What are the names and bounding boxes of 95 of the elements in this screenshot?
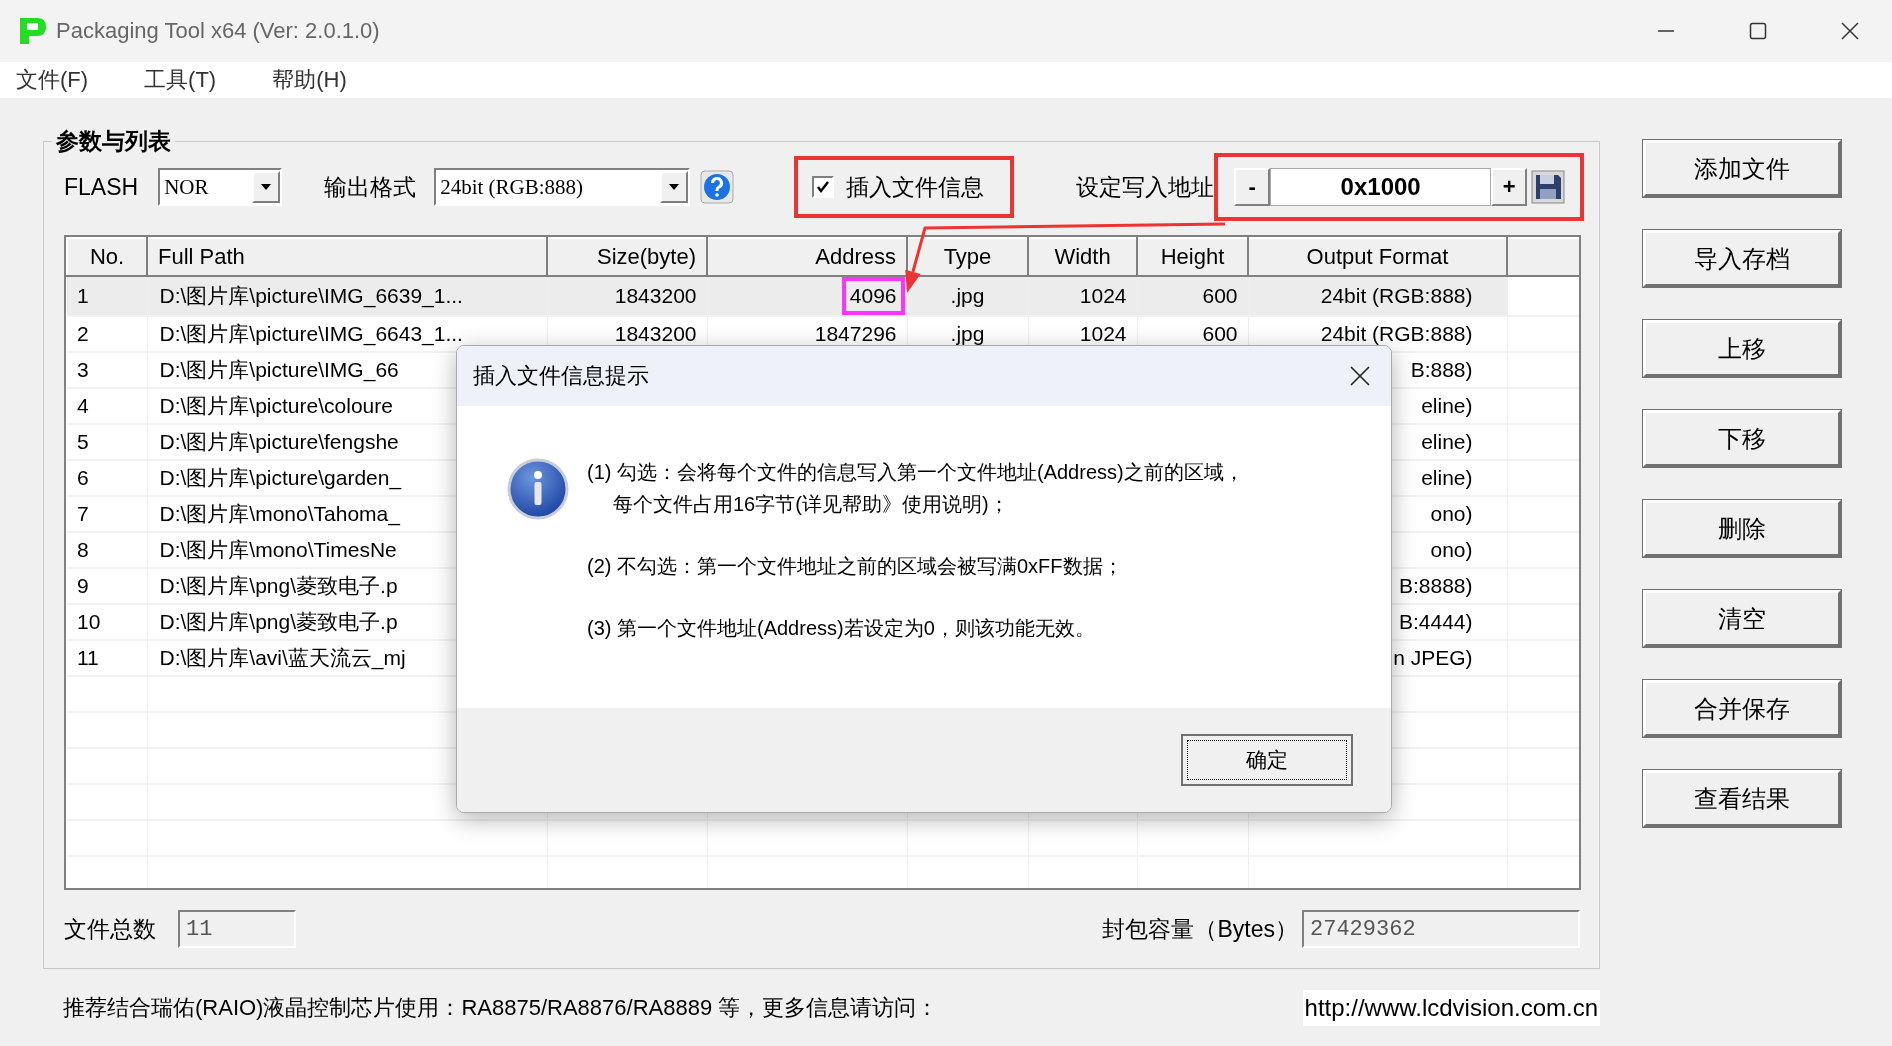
package-size-field: 27429362	[1302, 910, 1580, 948]
table-cell: D:\图片库\avi\蓝天流云_mj	[159, 646, 406, 669]
action-button[interactable]: 合并保存	[1643, 680, 1841, 737]
table-cell: ono)	[1430, 502, 1473, 525]
table-cell: 1843200	[614, 284, 697, 307]
table-cell: 5	[77, 430, 89, 453]
table-cell: D:\图片库\picture\fengshe	[159, 430, 399, 453]
dialog-message: 每个文件占用16字节(详见帮助》使用说明)；	[612, 492, 1010, 517]
action-button[interactable]: 查看结果	[1643, 770, 1841, 827]
menu-item[interactable]: 文件(F)	[16, 65, 89, 95]
table-cell: eline)	[1421, 430, 1473, 453]
app-icon	[18, 16, 48, 46]
table-cell: 8	[77, 538, 89, 561]
table-cell: 6	[77, 466, 89, 489]
table-cell: 7	[77, 502, 89, 525]
write-address-label: 设定写入地址	[1076, 172, 1215, 202]
close-icon[interactable]	[1349, 365, 1371, 387]
checkbox-label[interactable]: 插入文件信息	[846, 171, 985, 203]
table-cell: B:888)	[1410, 358, 1473, 381]
table-cell: 600	[1202, 284, 1238, 307]
column-header[interactable]: Height	[1137, 238, 1248, 276]
action-button[interactable]: 下移	[1643, 410, 1841, 467]
dialog-message: (3) 第一个文件地址(Address)若设定为0，则该功能无效。	[587, 616, 1096, 641]
table-cell: 600	[1202, 322, 1238, 345]
table-cell: 1024	[1079, 284, 1127, 307]
table-cell: D:\图片库\png\菱致电子.p	[159, 610, 398, 633]
table-cell: 10	[77, 610, 101, 633]
table-cell: 1024	[1079, 322, 1127, 345]
increment-button[interactable]: +	[1491, 168, 1528, 206]
menu-item[interactable]: 帮助(H)	[272, 65, 347, 95]
column-header[interactable]: Address	[707, 238, 907, 276]
package-size-label: 封包容量（Bytes）	[1102, 914, 1298, 944]
help-icon[interactable]	[700, 170, 735, 204]
table-cell: 3	[77, 358, 89, 381]
caret-icon[interactable]	[668, 183, 681, 191]
output-format-label: 输出格式	[324, 172, 417, 202]
table-cell: 11	[77, 646, 99, 669]
table-cell: D:\图片库\picture\IMG_6643_1...	[159, 322, 463, 345]
column-header[interactable]: No.	[67, 238, 147, 276]
footer-text: 推荐结合瑞佑(RAIO)液晶控制芯片使用：RA8875/RA8876/RA8889 等，更多信息请访问：	[63, 993, 939, 1022]
maximize-icon[interactable]	[1748, 21, 1768, 41]
table-cell: 24bit (RGB:888)	[1320, 322, 1473, 345]
ok-button[interactable]: 确定	[1181, 734, 1353, 786]
action-button[interactable]: 导入存档	[1643, 230, 1841, 287]
save-icon[interactable]	[1531, 170, 1566, 204]
table-cell: 1847296	[814, 322, 897, 345]
table-cell: 1	[77, 284, 89, 307]
table-cell: D:\图片库\picture\IMG_66	[159, 358, 399, 381]
output-format-dropdown[interactable]: 24bit (RGB:888)	[434, 168, 691, 206]
dialog-message: (1) 勾选：会将每个文件的信息写入第一个文件地址(Address)之前的区域，	[587, 460, 1244, 485]
table-cell: B:4444)	[1398, 610, 1473, 633]
decrement-button[interactable]: -	[1234, 168, 1271, 206]
column-header[interactable]: Type	[907, 238, 1028, 276]
dialog-message: (2) 不勾选：第一个文件地址之前的区域会被写满0xFF数据；	[587, 554, 1124, 579]
table-cell: 4096	[849, 284, 897, 307]
table-cell: 4	[77, 394, 89, 417]
column-header[interactable]: Size(byte)	[547, 238, 707, 276]
table-cell: D:\图片库\picture\coloure	[159, 394, 393, 417]
column-header[interactable]: Output Format	[1248, 238, 1507, 276]
website-link[interactable]: http://www.lcdvision.com.cn	[1302, 989, 1600, 1026]
column-header[interactable]: Full Path	[147, 238, 547, 276]
table-cell: eline)	[1421, 394, 1473, 417]
action-button[interactable]: 清空	[1643, 590, 1841, 647]
file-count-field: 11	[178, 910, 296, 948]
table-cell: 24bit (RGB:888)	[1320, 284, 1473, 307]
table-cell: D:\图片库\picture\garden_	[159, 466, 402, 489]
table-cell: eline)	[1421, 466, 1473, 489]
check-icon	[815, 179, 832, 195]
caret-icon[interactable]	[260, 183, 273, 191]
table-cell: B:8888)	[1398, 574, 1473, 597]
file-count-label: 文件总数	[64, 914, 156, 944]
column-header[interactable]: Width	[1028, 238, 1137, 276]
address-field[interactable]: 0x1000	[1270, 168, 1492, 206]
menu-item[interactable]: 工具(T)	[144, 65, 217, 95]
window-title: Packaging Tool x64 (Ver: 2.0.1.0)	[56, 18, 380, 44]
table-cell: D:\图片库\picture\IMG_6639_1...	[159, 284, 463, 307]
dialog-title: 插入文件信息提示	[473, 362, 649, 390]
table-cell: n JPEG)	[1393, 646, 1473, 669]
table-cell: D:\图片库\mono\Tahoma_	[159, 502, 400, 525]
table-cell: D:\图片库\png\菱致电子.p	[159, 574, 398, 597]
flash-label: FLASH	[64, 173, 139, 201]
table-cell: 1843200	[614, 322, 697, 345]
table-cell: .jpg	[950, 322, 985, 345]
action-button[interactable]: 删除	[1643, 500, 1841, 557]
flash-dropdown[interactable]: NOR	[158, 168, 283, 206]
table-cell: D:\图片库\mono\TimesNe	[159, 538, 397, 561]
checkbox[interactable]	[812, 176, 835, 198]
table-cell: ono)	[1430, 538, 1473, 561]
table-cell: 2	[77, 322, 89, 345]
close-icon[interactable]	[1840, 21, 1860, 41]
info-icon	[507, 458, 569, 520]
action-button[interactable]: 添加文件	[1643, 140, 1841, 197]
table-cell: .jpg	[950, 284, 985, 307]
action-button[interactable]: 上移	[1643, 320, 1841, 377]
table-cell: 9	[77, 574, 89, 597]
